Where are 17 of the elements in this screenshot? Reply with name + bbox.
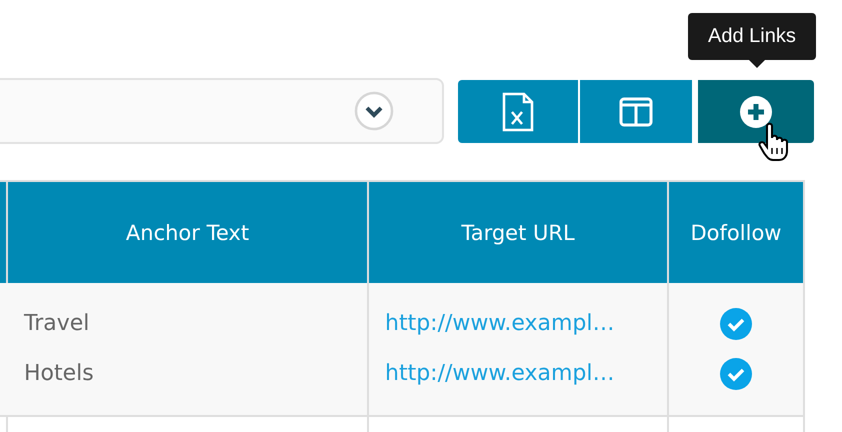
tooltip-arrow — [749, 60, 765, 68]
columns-button[interactable] — [580, 80, 692, 143]
excel-button[interactable] — [458, 80, 578, 143]
tooltip: Add Links — [688, 13, 816, 60]
chevron-down-icon[interactable] — [354, 91, 394, 131]
column-header[interactable]: Dofollow — [669, 182, 805, 283]
add-button[interactable] — [698, 80, 814, 143]
target-url-link[interactable]: http://www.exampl… — [385, 361, 615, 386]
column-header[interactable]: Target URL — [369, 182, 669, 283]
columns-icon — [619, 96, 653, 126]
excel-file-icon — [502, 92, 534, 132]
column-header[interactable]: Anchor Text — [8, 182, 369, 283]
target-url-link[interactable]: http://www.exampl… — [385, 311, 615, 336]
plus-circle-icon — [740, 96, 772, 128]
anchor-text: Travel — [24, 310, 90, 338]
anchor-text: Hotels — [24, 360, 95, 388]
dropdown-field[interactable] — [0, 78, 444, 144]
